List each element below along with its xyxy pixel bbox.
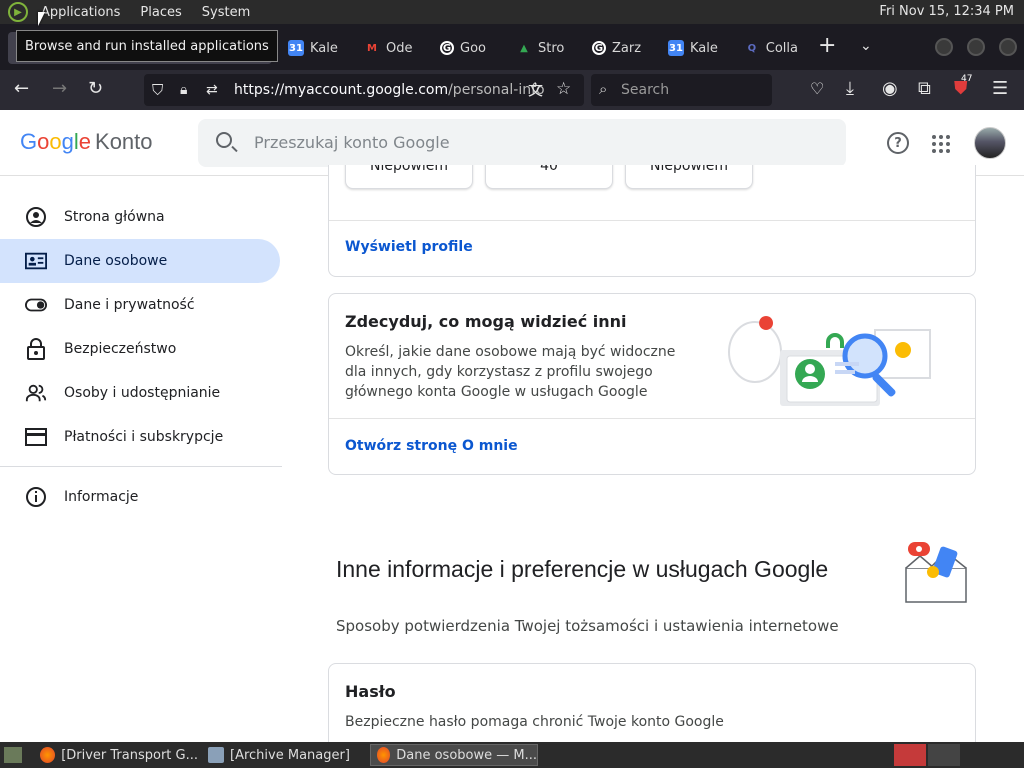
- close-button[interactable]: [999, 38, 1017, 56]
- forward-arrow-icon[interactable]: →: [52, 78, 67, 100]
- google-konto-logo[interactable]: Google Konto: [20, 129, 153, 155]
- tooltip: Browse and run installed applications: [16, 30, 278, 62]
- archive-icon: [208, 747, 224, 763]
- calendar-icon: 31: [288, 40, 304, 56]
- extensions-icon[interactable]: ⧉: [918, 78, 931, 100]
- sidebar: Strona główna Dane osobowe Dane i prywat…: [0, 176, 290, 742]
- account-search-input[interactable]: Przeszukaj konto Google: [198, 119, 846, 167]
- sidebar-item-security[interactable]: Bezpieczeństwo: [0, 327, 280, 371]
- chevron-down-icon[interactable]: ⌄: [860, 38, 872, 54]
- sidebar-item-data-privacy[interactable]: Dane i prywatność: [0, 283, 280, 327]
- password-card-title: Hasło: [345, 682, 396, 701]
- drive-icon: ▲: [520, 42, 528, 54]
- account-icon[interactable]: ◉: [882, 78, 898, 100]
- tab-colab[interactable]: Q Colla: [744, 32, 798, 64]
- sidebar-divider: [0, 466, 282, 467]
- url-text[interactable]: https://myaccount.google.com/personal-in…: [234, 82, 545, 98]
- translate-icon[interactable]: 文: [528, 79, 543, 101]
- section-title: Inne informacje i preferencje w usługach…: [336, 556, 829, 582]
- sidebar-item-about[interactable]: Informacje: [0, 475, 280, 519]
- id-card-icon: [25, 250, 47, 272]
- visibility-card-description: Określ, jakie dane osobowe mają być wido…: [345, 344, 676, 400]
- info-icon: [25, 486, 47, 508]
- workspace-switcher[interactable]: [894, 744, 926, 766]
- tab-calendar-1[interactable]: 31 Kale: [288, 32, 340, 64]
- show-desktop-icon[interactable]: [2, 744, 24, 766]
- menu-applications[interactable]: Applications: [34, 5, 127, 20]
- browser-search-input[interactable]: ⌕ Search: [591, 74, 772, 106]
- password-card[interactable]: Hasło Bezpieczne hasło pomaga chronić Tw…: [328, 663, 976, 753]
- konto-label: Konto: [95, 129, 153, 154]
- profile-chip-gender[interactable]: Niepowiem: [345, 165, 473, 189]
- clock[interactable]: Fri Nov 15, 12:34 PM: [879, 4, 1014, 19]
- minimize-button[interactable]: [935, 38, 953, 56]
- menu-system[interactable]: System: [195, 5, 257, 20]
- card-divider: [329, 220, 975, 221]
- profile-card: Niepowiem 40 Niepowiem Wyświetl profile: [328, 165, 976, 277]
- workspace-switcher-2[interactable]: [928, 744, 960, 766]
- google-logo-text: Google: [20, 129, 92, 154]
- lock-icon[interactable]: 🔒︎: [180, 79, 187, 101]
- back-arrow-icon[interactable]: ←: [14, 78, 29, 100]
- shield-icon[interactable]: ⛉: [152, 79, 163, 101]
- maximize-button[interactable]: [967, 38, 985, 56]
- lock-icon: [25, 338, 47, 360]
- task-dane-osobowe[interactable]: Dane osobowe — M...: [370, 744, 538, 766]
- calendar-icon: 31: [668, 40, 684, 56]
- colab-icon: Q: [747, 42, 757, 54]
- tab-drive[interactable]: ▲ Stro: [516, 32, 568, 64]
- avatar[interactable]: [974, 127, 1006, 159]
- download-icon[interactable]: ⤓: [846, 78, 854, 100]
- extension-badge: 47: [961, 74, 973, 84]
- card-divider: [329, 418, 975, 419]
- people-icon: [25, 382, 47, 404]
- sidebar-item-home[interactable]: Strona główna: [0, 195, 280, 239]
- help-icon[interactable]: ?: [887, 132, 909, 154]
- task-archive-manager[interactable]: [Archive Manager]: [202, 744, 362, 766]
- bookmark-star-icon[interactable]: ☆: [556, 78, 571, 100]
- sidebar-item-payments[interactable]: Płatności i subskrypcje: [0, 415, 280, 459]
- profile-chip-age[interactable]: 40: [485, 165, 613, 189]
- firefox-icon: [377, 747, 391, 763]
- profile-chip-other[interactable]: Niepowiem: [625, 165, 753, 189]
- card-icon: [25, 426, 47, 448]
- visibility-card-title: Zdecyduj, co mogą widzieć inni: [345, 312, 627, 331]
- tab-gmail[interactable]: M Ode: [364, 32, 416, 64]
- new-tab-button[interactable]: +: [818, 35, 836, 57]
- mouse-cursor-icon: [38, 12, 45, 26]
- firefox-icon: [40, 747, 56, 763]
- open-about-me-link[interactable]: Otwórz stronę O mnie: [345, 438, 518, 454]
- gmail-icon: M: [367, 42, 377, 54]
- sidebar-item-personal-info[interactable]: Dane osobowe: [0, 239, 280, 283]
- home-icon: [25, 206, 47, 228]
- apps-grid-icon[interactable]: [932, 135, 950, 153]
- preferences-illustration: [905, 542, 967, 603]
- system-logo-icon[interactable]: ▶: [8, 2, 28, 22]
- view-profiles-link[interactable]: Wyświetl profile: [345, 239, 473, 255]
- visibility-illustration: [728, 316, 931, 406]
- menu-places[interactable]: Places: [133, 5, 188, 20]
- search-icon: ⌕: [599, 80, 608, 98]
- browser-toolbar: ← → ↻ ⛉ 🔒︎ ⇄ https://myaccount.google.co…: [0, 70, 1024, 110]
- taskbar: [Driver Transport G... [Archive Manager]…: [0, 742, 1024, 768]
- tab-calendar-2[interactable]: 31 Kale: [668, 32, 720, 64]
- toggle-icon: [25, 294, 47, 316]
- google-icon: G: [592, 41, 606, 55]
- pocket-icon[interactable]: ♡: [810, 78, 824, 100]
- sidebar-item-people-sharing[interactable]: Osoby i udostępnianie: [0, 371, 280, 415]
- url-bar[interactable]: ⛉ 🔒︎ ⇄ https://myaccount.google.com/pers…: [144, 74, 584, 106]
- search-icon: [216, 132, 232, 148]
- password-card-description: Bezpieczne hasło pomaga chronić Twoje ko…: [345, 714, 724, 730]
- reload-icon[interactable]: ↻: [88, 78, 103, 100]
- google-icon: G: [440, 41, 454, 55]
- permissions-icon[interactable]: ⇄: [206, 79, 218, 101]
- visibility-card: Zdecyduj, co mogą widzieć inni Określ, j…: [328, 293, 976, 475]
- system-panel: ▶ Applications Places System Fri Nov 15,…: [0, 0, 1024, 24]
- tab-google-1[interactable]: G Goo: [440, 32, 492, 64]
- menu-icon[interactable]: ☰: [992, 78, 1008, 100]
- section-subtitle: Sposoby potwierdzenia Twojej tożsamości …: [336, 617, 839, 635]
- tab-google-2[interactable]: G Zarz: [592, 32, 644, 64]
- task-driver-transport[interactable]: [Driver Transport G...: [34, 744, 198, 766]
